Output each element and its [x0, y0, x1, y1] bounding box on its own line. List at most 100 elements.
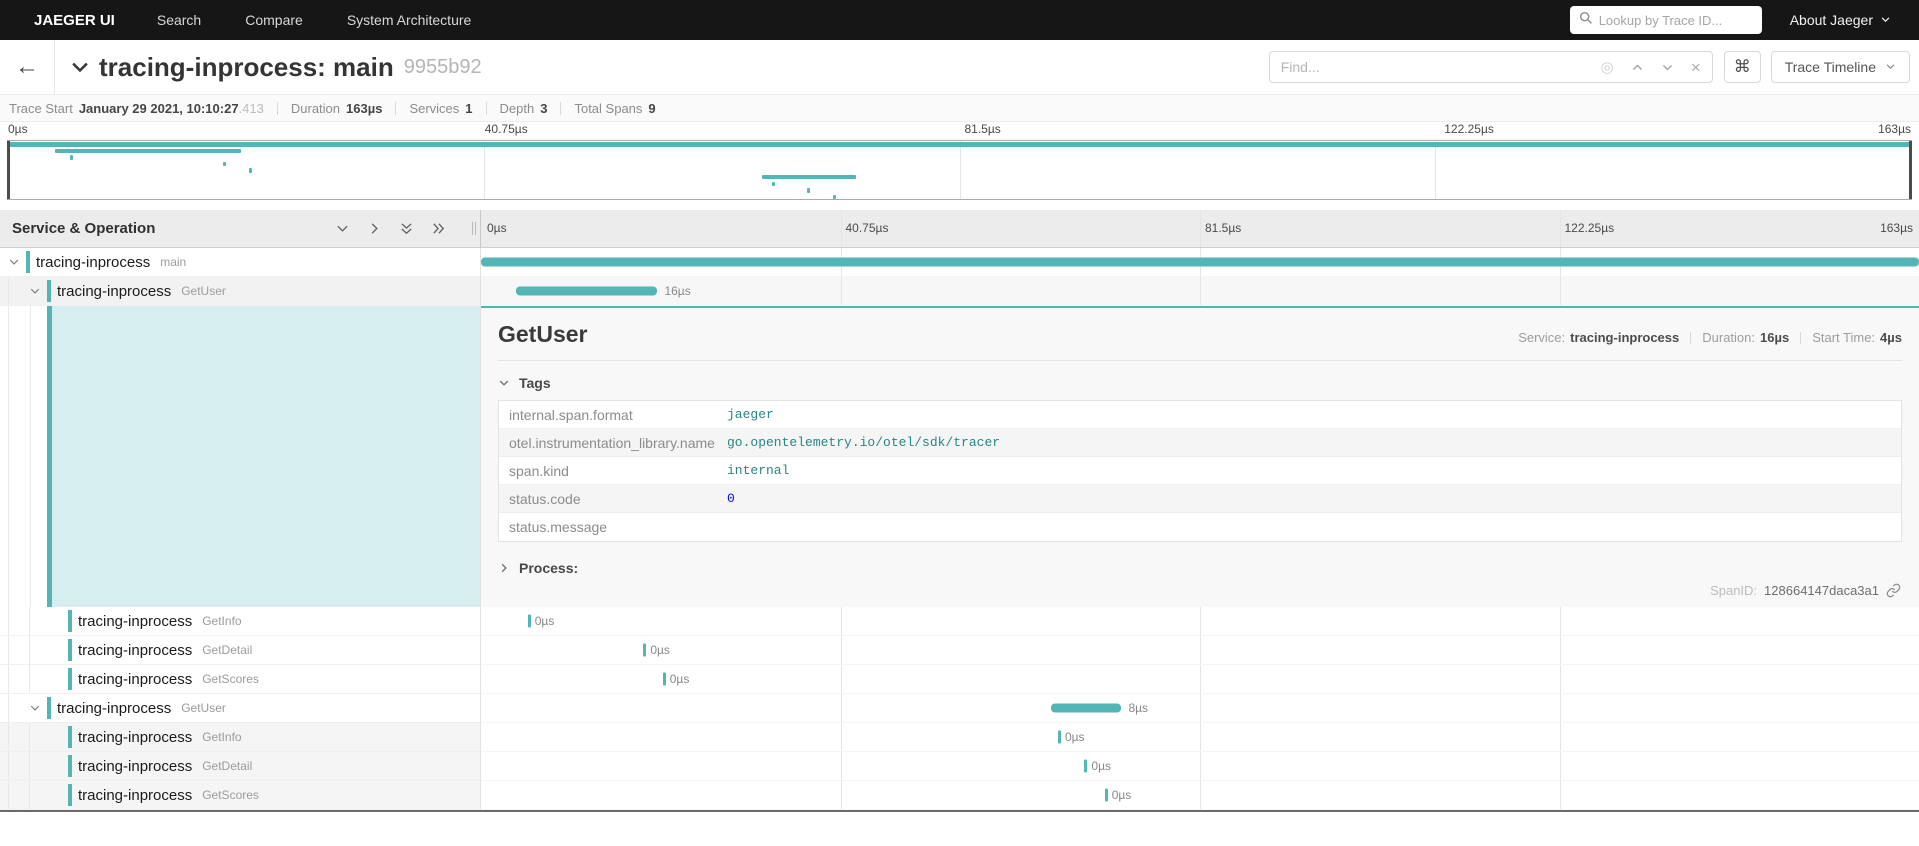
time-tick-label: 40.75µs: [846, 221, 889, 235]
about-jaeger-label: About Jaeger: [1790, 12, 1873, 28]
find-prev-icon[interactable]: [1631, 61, 1644, 74]
span-timeline-cell[interactable]: [481, 248, 1919, 277]
span-row: tracing-inprocessGetUser8µs: [0, 694, 1919, 723]
clear-find-icon[interactable]: ×: [1691, 59, 1701, 76]
span-service-name: tracing-inprocess: [78, 642, 192, 659]
span-name-cell[interactable]: tracing-inprocessGetDetail: [0, 636, 481, 665]
span-name-cell[interactable]: tracing-inprocessGetDetail: [0, 752, 481, 781]
span-timeline-cell[interactable]: 0µs: [481, 665, 1919, 694]
span-duration-bar[interactable]: [663, 673, 666, 686]
timeline-gridline: [1200, 752, 1201, 780]
summary-separator: [277, 102, 278, 115]
span-detail-content: GetUser Service:tracing-inprocessDuratio…: [481, 306, 1919, 607]
collapse-one-icon[interactable]: [335, 221, 350, 236]
summary-value: January 29 2021, 10:10:27: [79, 101, 239, 116]
minimap-row: [8, 174, 1911, 181]
span-name-cell[interactable]: tracing-inprocessGetUser: [0, 277, 481, 306]
span-name-cell[interactable]: tracing-inprocessGetInfo: [0, 723, 481, 752]
trace-summary-bar: Trace StartJanuary 29 2021, 10:10:27.413…: [0, 94, 1919, 122]
indent-guide: [8, 781, 9, 809]
span-service-name: tracing-inprocess: [78, 671, 192, 688]
collapse-trace-chevron-icon[interactable]: [69, 56, 91, 78]
summary-item: Trace StartJanuary 29 2021, 10:10:27.413: [9, 101, 264, 116]
find-next-icon[interactable]: [1661, 61, 1674, 74]
span-name-cell[interactable]: tracing-inprocessGetUser: [0, 694, 481, 723]
span-timeline-cell[interactable]: 0µs: [481, 636, 1919, 665]
span-duration-bar[interactable]: [1051, 704, 1122, 713]
timeline-gridline: [1560, 752, 1561, 780]
summary-separator: [560, 102, 561, 115]
summary-label: Depth: [500, 101, 535, 116]
span-name-cell[interactable]: tracing-inprocessGetScores: [0, 781, 481, 810]
trace-view-selector[interactable]: Trace Timeline: [1771, 51, 1910, 83]
navbar-item-1[interactable]: Compare: [223, 12, 325, 28]
keyboard-shortcuts-button[interactable]: ⌘: [1724, 51, 1761, 83]
expand-all-icon[interactable]: [431, 221, 446, 236]
span-timeline-cell[interactable]: 0µs: [481, 723, 1919, 752]
minimap-canvas[interactable]: [7, 140, 1912, 200]
navbar-right: About Jaeger: [1570, 6, 1905, 34]
expand-one-icon[interactable]: [367, 221, 382, 236]
minimap-span-bar: [762, 175, 855, 180]
minimap-span-bar: [223, 162, 226, 167]
span-id-row: SpanID: 128664147daca3a1: [1710, 583, 1901, 598]
lookup-trace-id-input[interactable]: [1599, 13, 1775, 28]
collapse-all-icon[interactable]: [399, 221, 414, 236]
span-timeline-cell[interactable]: 0µs: [481, 607, 1919, 636]
selected-span-indent-column[interactable]: [0, 306, 481, 607]
minimap-span-bar: [55, 149, 242, 154]
span-expand-chevron-icon[interactable]: [29, 702, 41, 714]
span-operation-title: GetUser: [498, 321, 587, 348]
timeline-gridline: [841, 752, 842, 780]
tags-section-toggle[interactable]: Tags: [498, 375, 1902, 391]
timeline-gridline: [1560, 781, 1561, 809]
span-name-cell[interactable]: tracing-inprocessGetScores: [0, 665, 481, 694]
span-timeline-cell[interactable]: 16µs: [481, 277, 1919, 306]
timeline-gridline: [841, 607, 842, 635]
span-timeline-cell[interactable]: 0µs: [481, 781, 1919, 810]
span-name-cell[interactable]: tracing-inprocessmain: [0, 248, 481, 277]
process-section-toggle[interactable]: Process:: [498, 560, 1902, 576]
jaeger-logo[interactable]: JAEGER UI: [14, 12, 135, 29]
span-id-value: 128664147daca3a1: [1764, 583, 1879, 598]
span-timeline-cell[interactable]: 8µs: [481, 694, 1919, 723]
span-duration-label: 0µs: [535, 614, 555, 628]
span-duration-bar[interactable]: [1058, 731, 1061, 744]
time-tick-label: 81.5µs: [1205, 221, 1241, 235]
span-duration-label: 0µs: [670, 672, 690, 686]
minimap-row: [8, 161, 1911, 168]
time-tick-label: 163µs: [1878, 122, 1911, 136]
viewport-drag-handle-right[interactable]: [1909, 141, 1912, 199]
span-duration-bar[interactable]: [1084, 760, 1087, 773]
navbar-item-0[interactable]: Search: [135, 12, 223, 28]
span-timeline-cell[interactable]: 0µs: [481, 752, 1919, 781]
time-tick-label: 81.5µs: [965, 122, 1001, 136]
span-detail-meta: Service:tracing-inprocessDuration:16µsSt…: [1518, 330, 1902, 345]
meta-value: 16µs: [1760, 330, 1789, 345]
span-row: tracing-inprocessGetScores 0µs: [0, 665, 1919, 694]
timeline-gridline: [1200, 723, 1201, 751]
minimap-row: [8, 194, 1911, 201]
span-duration-bar[interactable]: [1105, 789, 1108, 802]
find-input[interactable]: [1281, 59, 1601, 75]
focus-target-icon[interactable]: ◎: [1601, 60, 1614, 75]
span-row: tracing-inprocessmain: [0, 248, 1919, 277]
span-duration-bar[interactable]: [528, 615, 531, 628]
span-duration-bar[interactable]: [643, 644, 646, 657]
span-expand-chevron-icon[interactable]: [8, 256, 20, 268]
span-duration-bar[interactable]: [481, 258, 1919, 267]
span-expand-chevron-icon[interactable]: [29, 285, 41, 297]
chevron-down-icon: [1885, 59, 1896, 75]
span-name-cell[interactable]: tracing-inprocessGetInfo: [0, 607, 481, 636]
back-button[interactable]: ←: [0, 40, 55, 94]
summary-label: Trace Start: [9, 101, 73, 116]
meta-separator: [1690, 332, 1691, 344]
navbar-item-2[interactable]: System Architecture: [325, 12, 494, 28]
column-resizer-handle[interactable]: [472, 222, 476, 235]
about-jaeger-menu[interactable]: About Jaeger: [1790, 12, 1891, 28]
span-duration-bar[interactable]: [516, 287, 657, 296]
copy-link-icon[interactable]: [1886, 583, 1901, 598]
timeline-gridline: [841, 210, 842, 247]
viewport-drag-handle-left[interactable]: [7, 141, 10, 199]
span-operation-name: GetUser: [181, 284, 226, 298]
